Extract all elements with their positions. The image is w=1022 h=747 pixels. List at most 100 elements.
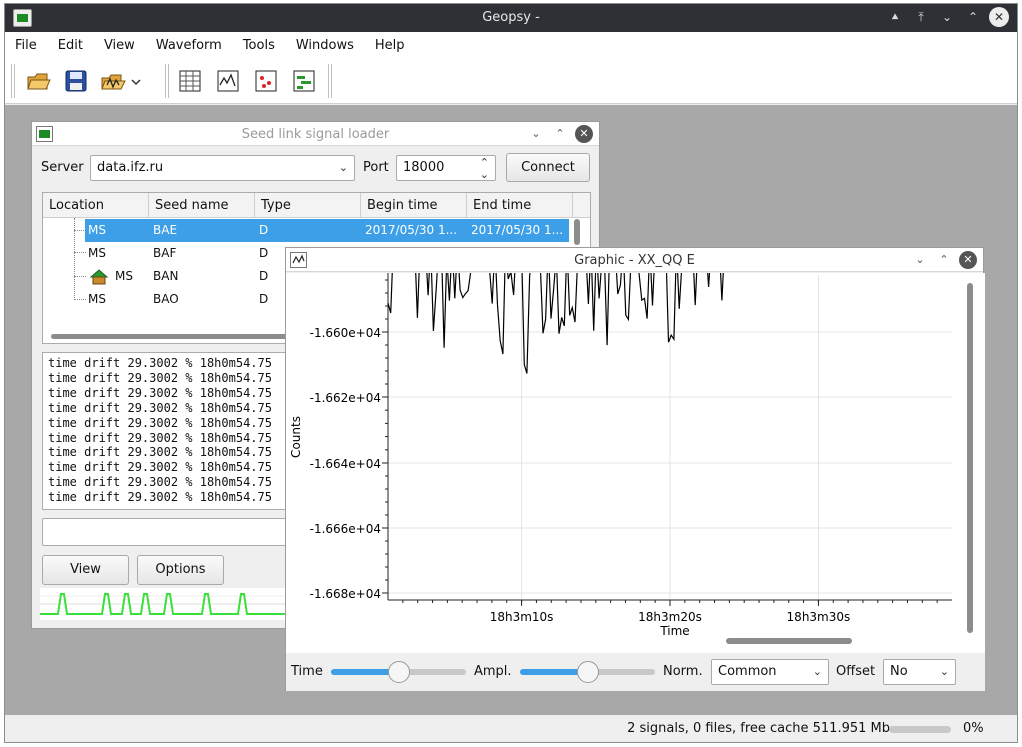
chronogram-icon[interactable] [291,69,317,93]
signal-chart[interactable]: -1.658e+04 -1.660e+04 -1.662e+04 -1.664e+04… [286,273,985,653]
maximize-icon[interactable]: ⌃ [963,7,983,27]
y-tick-label: -1.660e+04 [310,326,381,340]
maximize-icon[interactable]: ⌃ [551,125,569,143]
close-icon[interactable]: ✕ [959,251,977,269]
y-tick-label: -1.658e+04 [310,273,381,275]
offset-label: Offset [836,664,876,679]
signal-plot-area[interactable]: -1.658e+04 -1.660e+04 -1.662e+04 -1.664e+04… [286,273,985,653]
server-combo[interactable]: data.ifz.ru ⌄ [90,155,355,181]
close-icon[interactable]: ✕ [575,125,593,143]
tree-header: Location Seed name Type Begin time End t… [43,193,590,218]
y-tick-label: -1.664e+04 [310,457,381,471]
x-tick-label: 18h3m10s [490,610,554,624]
ampl-slider[interactable] [520,661,655,683]
col-location[interactable]: Location [43,193,149,218]
menu-bar: File Edit View Waveform Tools Windows He… [5,32,1017,58]
toolbar-separator [165,64,169,98]
row-type: D [259,292,269,306]
plot-hscrollbar[interactable] [726,638,852,644]
status-message: 2 signals, 0 files, free cache 511.951 M… [627,721,890,736]
table-icon[interactable] [177,69,203,93]
graphic-title-bar: Graphic - XX_QQ E ⌄ ⌃ ✕ [286,248,983,272]
connect-button[interactable]: Connect [506,153,590,182]
tree-vscrollbar[interactable] [574,219,580,245]
norm-label: Norm. [663,664,703,679]
col-type[interactable]: Type [255,193,361,218]
time-slider[interactable] [331,661,466,683]
activity-monitor [40,588,320,620]
toolbar-separator [328,64,332,98]
row-location: MS [88,223,106,237]
options-button[interactable]: Options [137,555,224,585]
row-seed: BAO [153,292,179,306]
ampl-label: Ampl. [474,664,512,679]
plot-vscrollbar[interactable] [967,283,973,633]
minimize-icon[interactable]: ⌄ [937,7,957,27]
shade-icon[interactable]: ⤒ [911,7,931,27]
loader-title: Seed link signal loader [241,127,390,142]
row-seed: BAE [153,223,178,237]
row-type: D [259,269,269,283]
time-label: Time [291,664,323,679]
minimize-icon[interactable]: ⌄ [911,251,929,269]
row-type: D [259,223,269,237]
graphic-title: Graphic - XX_QQ E [574,253,695,268]
row-location: MS [115,269,133,283]
graphic-controls: Time Ampl. Norm. Common ⌄ Offset No ⌄ [286,653,985,691]
col-begin-time[interactable]: Begin time [361,193,467,218]
graphic-icon[interactable] [215,69,241,93]
row-seed: BAF [153,246,177,260]
chevron-down-icon: ⌄ [812,665,822,678]
x-tick-label: 18h3m30s [787,610,851,624]
toolbar [5,58,1017,104]
toolbar-separator [11,64,15,98]
save-icon[interactable] [63,69,89,93]
time-slider-handle[interactable] [387,661,410,683]
ampl-slider-handle[interactable] [576,661,599,683]
menu-view[interactable]: View [104,38,135,53]
mdi-workspace: Seed link signal loader ⌄ ⌃ ✕ Server dat… [5,105,1017,715]
row-location: MS [88,292,106,306]
menu-edit[interactable]: Edit [58,38,83,53]
window-title: Geopsy - [482,10,540,25]
minimize-icon[interactable]: ⌄ [527,125,545,143]
y-axis-label: Counts [289,416,303,458]
row-seed: BAN [153,269,179,283]
menu-file[interactable]: File [15,38,37,53]
row-type: D [259,246,269,260]
status-progress-bar [889,726,951,733]
port-spinbox[interactable]: 18000 ⌃ ⌄ [396,155,496,181]
spin-arrows-icon: ⌃ ⌄ [479,156,489,181]
map-icon[interactable] [253,69,279,93]
menu-help[interactable]: Help [375,38,405,53]
menu-tools[interactable]: Tools [243,38,275,53]
title-bar: Geopsy - ⯅ ⤒ ⌄ ⌃ ✕ [5,4,1017,32]
offset-combo[interactable]: No ⌄ [883,659,956,685]
station-icon [89,267,109,285]
open-icon[interactable] [25,69,51,93]
port-value: 18000 [403,160,445,175]
graphic-window: Graphic - XX_QQ E ⌄ ⌃ ✕ -1.658e+04 -1.660… [285,247,985,691]
norm-combo[interactable]: Common ⌄ [711,659,829,685]
maximize-icon[interactable]: ⌃ [935,251,953,269]
col-end-time[interactable]: End time [467,193,573,218]
server-label: Server [41,160,84,175]
x-axis-label: Time [659,624,689,638]
norm-value: Common [718,664,777,679]
status-progress-text: 0% [963,721,984,736]
status-bar: 2 signals, 0 files, free cache 511.951 M… [5,715,1017,742]
x-tick-label: 18h3m20s [638,610,702,624]
geopsy-main-window: Geopsy - ⯅ ⤒ ⌄ ⌃ ✕ File Edit View Wavefo… [4,3,1018,743]
menu-waveform[interactable]: Waveform [156,38,222,53]
keep-above-icon[interactable]: ⯅ [885,7,905,27]
view-button[interactable]: View [42,555,129,585]
row-location: MS [88,246,106,260]
port-label: Port [363,160,389,175]
row-begin: 2017/05/30 1... [365,223,458,237]
offset-value: No [890,664,908,679]
col-seed-name[interactable]: Seed name [149,193,255,218]
chevron-down-icon: ⌄ [939,665,949,678]
close-icon[interactable]: ✕ [989,7,1009,27]
menu-windows[interactable]: Windows [296,38,354,53]
load-signals-icon[interactable] [101,69,141,93]
